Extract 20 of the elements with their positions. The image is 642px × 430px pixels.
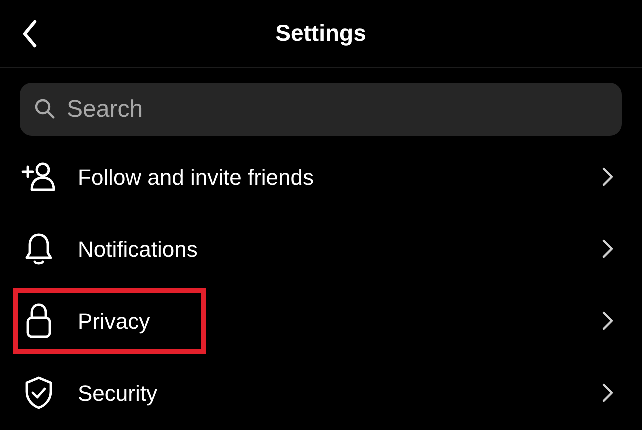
row-label: Security (78, 380, 158, 408)
settings-row[interactable]: Privacy (0, 285, 642, 357)
settings-row[interactable]: Notifications (0, 213, 642, 285)
row-label: Privacy (78, 308, 152, 336)
chevron-right-icon (602, 167, 614, 187)
settings-row[interactable]: Follow and invite friends (0, 141, 642, 213)
back-icon (22, 20, 38, 48)
search-icon (35, 99, 55, 119)
shield-check-icon (24, 376, 54, 410)
add-person-icon (21, 162, 57, 192)
chevron-right-icon (602, 311, 614, 331)
chevron-right-icon (602, 383, 614, 403)
page-title: Settings (276, 19, 366, 48)
row-label: Follow and invite friends (78, 164, 316, 192)
row-label: Notifications (78, 236, 199, 264)
search-field[interactable]: Search (20, 83, 622, 136)
chevron-right-icon (602, 239, 614, 259)
lock-icon (25, 303, 53, 339)
bell-icon (24, 232, 54, 266)
settings-row[interactable]: Security (0, 357, 642, 429)
